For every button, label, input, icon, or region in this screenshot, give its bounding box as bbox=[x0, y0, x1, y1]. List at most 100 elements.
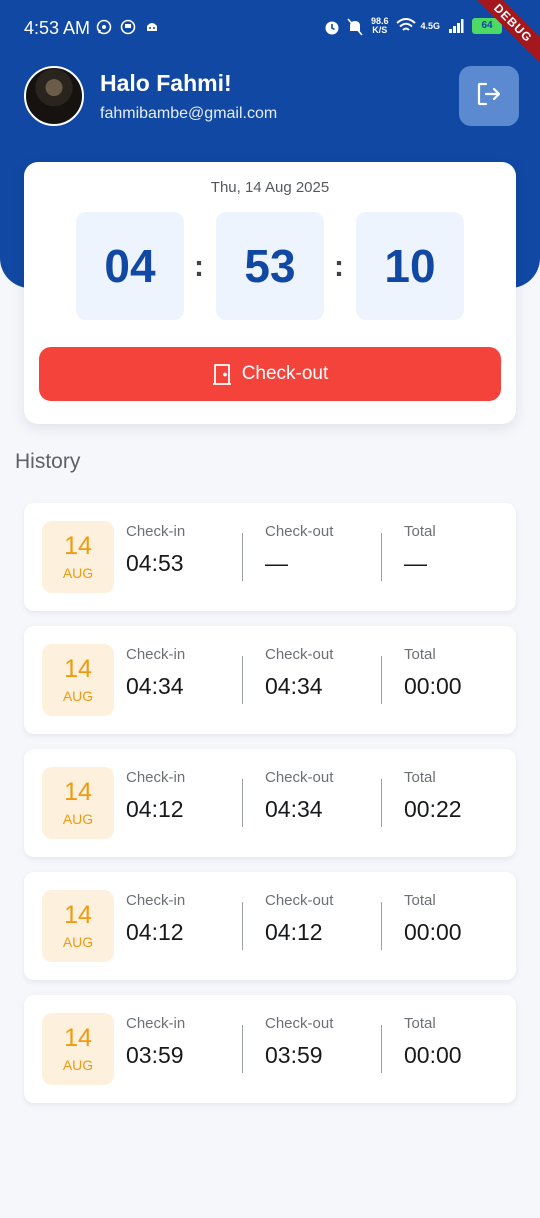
date-day: 14 bbox=[64, 901, 92, 929]
total-value: 00:00 bbox=[404, 673, 462, 699]
total-column: Total 00:00 bbox=[404, 646, 462, 700]
date-month: AUG bbox=[62, 1057, 94, 1073]
check-in-value: 04:34 bbox=[126, 673, 184, 699]
status-bar: 4:53 AM 98.6 K/S 4.5G 64 DEBUG bbox=[0, 0, 540, 69]
check-in-value: 04:12 bbox=[126, 796, 184, 822]
check-in-label: Check-in bbox=[126, 523, 186, 540]
user-email: fahmibambe@gmail.com bbox=[100, 104, 278, 122]
total-label: Total bbox=[404, 892, 436, 909]
check-in-label: Check-in bbox=[126, 1015, 186, 1032]
check-in-value: 04:53 bbox=[126, 550, 184, 576]
seconds-box: 10 bbox=[356, 212, 464, 320]
date-month: AUG bbox=[62, 934, 94, 950]
check-in-column: Check-in 03:59 bbox=[126, 1015, 185, 1069]
check-in-column: Check-in 04:53 bbox=[126, 523, 185, 577]
column-divider bbox=[381, 779, 382, 827]
total-value: 00:00 bbox=[404, 1042, 462, 1068]
current-date: Thu, 14 Aug 2025 bbox=[210, 179, 330, 196]
network-speed-unit: K/S bbox=[372, 25, 388, 35]
date-day: 14 bbox=[64, 778, 92, 806]
column-divider bbox=[242, 1025, 243, 1073]
greeting-title: Halo Fahmi! bbox=[100, 69, 232, 96]
history-item[interactable]: 14 AUG Check-in 04:12 Check-out 04:34 To… bbox=[24, 749, 516, 857]
check-out-column: Check-out 04:34 bbox=[265, 769, 333, 823]
check-out-value: 04:12 bbox=[265, 919, 323, 945]
date-badge: 14 AUG bbox=[42, 1013, 114, 1085]
checkout-button[interactable]: Check-out bbox=[39, 347, 501, 401]
check-out-column: Check-out 04:12 bbox=[265, 892, 333, 946]
door-icon bbox=[212, 363, 232, 385]
column-divider bbox=[242, 902, 243, 950]
date-badge: 14 AUG bbox=[42, 767, 114, 839]
total-label: Total bbox=[404, 523, 436, 540]
check-in-column: Check-in 04:34 bbox=[126, 646, 185, 700]
check-out-value: 04:34 bbox=[265, 673, 323, 699]
network-speed: 98.6 K/S bbox=[371, 17, 389, 35]
mute-bell-icon bbox=[347, 18, 363, 36]
check-in-label: Check-in bbox=[126, 646, 186, 663]
check-in-label: Check-in bbox=[126, 769, 186, 786]
column-divider bbox=[381, 902, 382, 950]
check-out-value: 03:59 bbox=[265, 1042, 323, 1068]
check-out-label: Check-out bbox=[265, 1015, 334, 1032]
profile-row: Halo Fahmi! fahmibambe@gmail.com bbox=[24, 66, 277, 126]
time-separator: : bbox=[194, 250, 204, 283]
check-in-value: 04:12 bbox=[126, 919, 184, 945]
date-badge: 14 AUG bbox=[42, 890, 114, 962]
total-value: — bbox=[404, 550, 427, 576]
date-badge: 14 AUG bbox=[42, 521, 114, 593]
total-value: 00:22 bbox=[404, 796, 462, 822]
history-item[interactable]: 14 AUG Check-in 04:34 Check-out 04:34 To… bbox=[24, 626, 516, 734]
history-item[interactable]: 14 AUG Check-in 03:59 Check-out 03:59 To… bbox=[24, 995, 516, 1103]
total-value: 00:00 bbox=[404, 919, 462, 945]
column-divider bbox=[381, 533, 382, 581]
check-in-value: 03:59 bbox=[126, 1042, 184, 1068]
attendance-clock-card: Thu, 14 Aug 2025 04 : 53 : 10 Check-out bbox=[24, 162, 516, 424]
game-notification-icon bbox=[144, 19, 160, 35]
column-divider bbox=[381, 656, 382, 704]
check-out-label: Check-out bbox=[265, 523, 334, 540]
date-month: AUG bbox=[62, 565, 94, 581]
system-status-icons: 98.6 K/S 4.5G 64 bbox=[323, 17, 502, 36]
date-day: 14 bbox=[64, 655, 92, 683]
avatar[interactable] bbox=[24, 66, 84, 126]
check-out-column: Check-out 04:34 bbox=[265, 646, 333, 700]
whatsapp-icon bbox=[96, 19, 112, 35]
history-item[interactable]: 14 AUG Check-in 04:53 Check-out — Total … bbox=[24, 503, 516, 611]
total-column: Total 00:00 bbox=[404, 892, 462, 946]
history-title: History bbox=[15, 450, 81, 473]
total-column: Total 00:00 bbox=[404, 1015, 462, 1069]
date-month: AUG bbox=[62, 811, 94, 827]
check-in-label: Check-in bbox=[126, 892, 186, 909]
column-divider bbox=[242, 779, 243, 827]
check-out-label: Check-out bbox=[265, 892, 334, 909]
check-out-value: 04:34 bbox=[265, 796, 323, 822]
check-out-label: Check-out bbox=[265, 769, 334, 786]
column-divider bbox=[242, 656, 243, 704]
date-day: 14 bbox=[64, 1024, 92, 1052]
check-out-value: — bbox=[265, 550, 288, 576]
logout-icon bbox=[475, 80, 503, 113]
total-label: Total bbox=[404, 769, 436, 786]
alarm-icon bbox=[323, 18, 339, 35]
check-out-column: Check-out 03:59 bbox=[265, 1015, 333, 1069]
checkout-label: Check-out bbox=[241, 363, 329, 384]
app-notification-icon bbox=[120, 19, 136, 35]
date-badge: 14 AUG bbox=[42, 644, 114, 716]
date-day: 14 bbox=[64, 532, 92, 560]
signal-icon bbox=[448, 18, 464, 34]
status-time: 4:53 AM bbox=[24, 18, 91, 38]
wifi-icon bbox=[396, 18, 417, 34]
check-in-column: Check-in 04:12 bbox=[126, 892, 185, 946]
total-label: Total bbox=[404, 1015, 436, 1032]
notification-icons bbox=[96, 19, 160, 35]
total-column: Total 00:22 bbox=[404, 769, 462, 823]
logout-button[interactable] bbox=[459, 66, 519, 126]
column-divider bbox=[242, 533, 243, 581]
check-out-column: Check-out — bbox=[265, 523, 333, 577]
total-label: Total bbox=[404, 646, 436, 663]
column-divider bbox=[381, 1025, 382, 1073]
hours-box: 04 bbox=[76, 212, 184, 320]
total-column: Total — bbox=[404, 523, 436, 577]
history-item[interactable]: 14 AUG Check-in 04:12 Check-out 04:12 To… bbox=[24, 872, 516, 980]
